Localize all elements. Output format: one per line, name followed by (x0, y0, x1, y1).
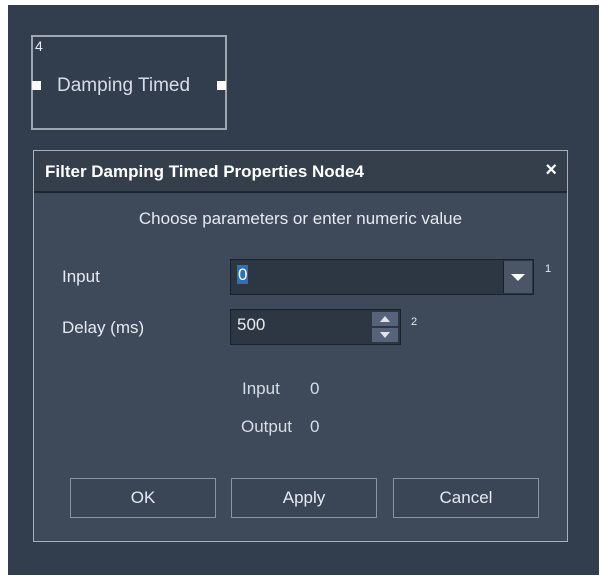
node-index: 4 (35, 38, 43, 54)
patch-canvas[interactable]: 4 Damping Timed Filter Damping Timed Pro… (8, 5, 599, 575)
damping-timed-node[interactable]: 4 Damping Timed (31, 35, 227, 130)
output-readout-label: Output (241, 417, 293, 436)
output-readout-value: 0 (310, 417, 320, 436)
delay-pin-number: 2 (411, 316, 418, 328)
input-value: 0 (237, 265, 249, 284)
chevron-down-icon (511, 274, 525, 281)
delay-value: 500 (237, 315, 266, 334)
ok-button[interactable]: OK (70, 478, 216, 518)
input-readout-value: 0 (310, 379, 320, 398)
input-readout-label: Input (242, 379, 280, 398)
spin-down-button[interactable] (372, 328, 398, 342)
cancel-button[interactable]: Cancel (393, 478, 539, 518)
dialog-prompt: Choose parameters or enter numeric value (138, 209, 463, 228)
close-icon[interactable]: × (545, 159, 557, 182)
properties-dialog: Filter Damping Timed Properties Node4 × … (33, 150, 568, 542)
delay-input[interactable]: 500 (230, 309, 401, 345)
delay-label: Delay (ms) (62, 318, 145, 337)
input-dropdown-button[interactable] (503, 261, 532, 293)
node-input-pin[interactable] (32, 81, 41, 90)
dialog-title: Filter Damping Timed Properties Node4 (45, 162, 364, 181)
input-label: Input (62, 267, 100, 286)
node-output-pin[interactable] (217, 81, 226, 90)
dialog-titlebar[interactable]: Filter Damping Timed Properties Node4 × (34, 151, 567, 193)
delay-stepper[interactable] (372, 312, 398, 342)
input-pin-number: 1 (545, 263, 552, 275)
apply-button[interactable]: Apply (231, 478, 377, 518)
node-label: Damping Timed (57, 75, 191, 96)
spin-down-icon (380, 332, 390, 338)
spin-up-icon (380, 316, 390, 322)
spin-up-button[interactable] (372, 312, 398, 326)
input-select[interactable]: 0 (230, 259, 534, 295)
